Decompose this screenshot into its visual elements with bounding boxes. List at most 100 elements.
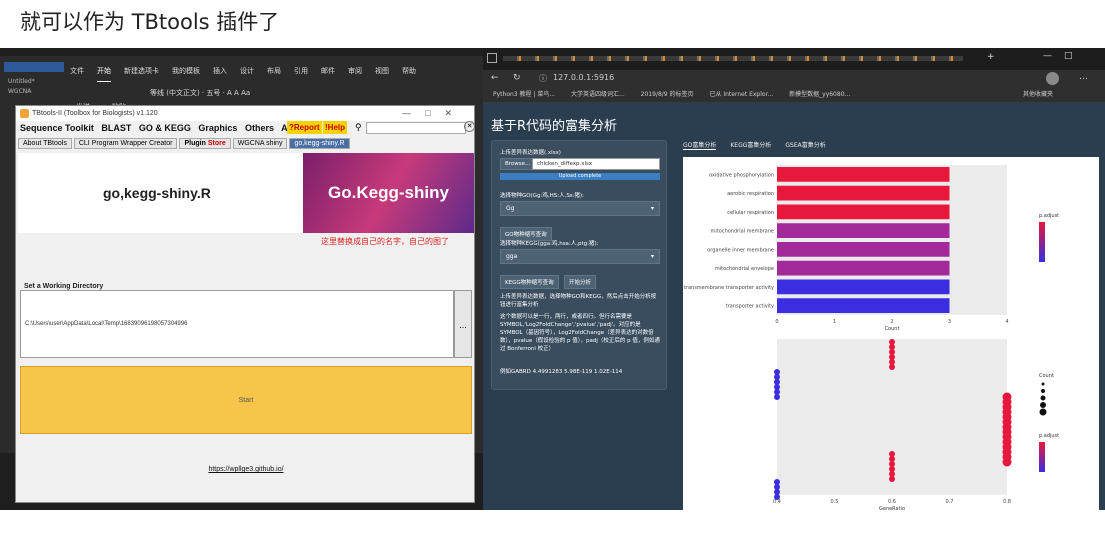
search-input[interactable] <box>366 122 466 134</box>
go-species-select[interactable]: Gg ▾ <box>500 201 660 216</box>
window-controls[interactable]: —□✕ <box>402 106 466 121</box>
tab-kegg[interactable]: KEGG富集分析 <box>730 140 771 150</box>
tab-cli-wrapper[interactable]: CLI Program Wrapper Creator <box>73 138 178 149</box>
dot-xtick-2: 0.6 <box>888 499 896 505</box>
kegg-species-value: gga <box>506 253 518 260</box>
bookmark-5[interactable]: 新模型数据_yy6080... <box>789 91 850 98</box>
tab-go-kegg-shiny[interactable]: go,kegg-shiny.R <box>289 138 350 149</box>
example-text: 例如GABRD 4.4991283 5.98E-119 1.02E-114 <box>500 369 623 375</box>
red-annotation: 这里替换成自己的名字，自己的图了 <box>321 237 449 246</box>
dot-2-13 <box>1002 457 1012 467</box>
menu-blast[interactable]: BLAST <box>101 123 131 133</box>
word-tab-6[interactable]: 布局 <box>267 66 281 82</box>
word-tab-5[interactable]: 设计 <box>240 66 254 82</box>
chevron-down-icon: ▾ <box>650 205 654 212</box>
word-tab-3[interactable]: 我的模板 <box>172 66 200 82</box>
dot-legend-gradient <box>1039 442 1045 472</box>
bar-1 <box>777 185 950 201</box>
word-tab-11[interactable]: 帮助 <box>402 66 416 82</box>
word-tab-2[interactable]: 新建选项卡 <box>124 66 159 82</box>
screenshot-area: 文件 开始 新建选项卡 我的模板 插入 设计 布局 引用 邮件 审阅 视图 帮助 等线 (中文正文) … <box>0 48 1105 510</box>
tbtools-title: TBtools-II (Toolbox for Biologists) v1.1… <box>32 110 158 117</box>
kegg-species-select[interactable]: gga ▾ <box>500 249 660 264</box>
bookmark-1[interactable]: Python3 教程 | 菜鸟... <box>493 91 555 98</box>
search-icon[interactable]: ⚲ <box>355 122 362 133</box>
plugin-logo: Go.Kegg-shiny <box>303 153 474 233</box>
word-quick-access[interactable] <box>4 62 64 72</box>
word-tab-9[interactable]: 审阅 <box>348 66 362 82</box>
tab-plugin-store[interactable]: Plugin Store <box>179 138 231 149</box>
description-2: 这个数据可以是一行，两行，或者四行。但行名需要是SYMBOL,'Log2Fold… <box>500 314 660 352</box>
new-tab-icon[interactable]: + <box>987 52 995 62</box>
word-font-row[interactable]: 等线 (中文正文) · 五号 · A A Aa <box>150 88 250 98</box>
dot-0-5 <box>889 364 895 370</box>
description-1: 上传差异表达数据，选择物种GO和KEGG，然后点击开始分析按钮进行富集分析 <box>500 294 657 308</box>
menu-go-kegg[interactable]: GO & KEGG <box>139 123 191 133</box>
word-tab-7[interactable]: 引用 <box>294 66 308 82</box>
tab-about-tbtools-label: About TBtools <box>23 140 67 147</box>
homepage-link[interactable]: https://wpllge3.github.io/ <box>16 466 476 473</box>
shiny-app: 基于R代码的富集分析 上传差异表达数据(.xlsx) Browse... chi… <box>483 102 1105 510</box>
menu-graphics[interactable]: Graphics <box>198 123 237 133</box>
tab-go[interactable]: GO富集分析 <box>683 140 717 150</box>
go-species-label: 选择物种GO(Gg:鸡,HS:人,Ss:猪): <box>500 193 585 199</box>
browse-dir-button[interactable]: ... <box>454 290 472 358</box>
tab-actions-icon[interactable] <box>487 53 497 63</box>
working-dir-field[interactable]: C:\Users\user\AppData\Local\Temp\1683909… <box>20 290 454 358</box>
address-bar[interactable]: 127.0.0.1:5916 <box>553 73 614 82</box>
report-button[interactable]: ?Report <box>287 121 322 134</box>
refresh-icon[interactable]: ↻ <box>513 73 521 83</box>
bookmark-other[interactable]: 其他收藏夹 <box>1023 88 1053 102</box>
browser-tab-strip[interactable] <box>503 56 963 61</box>
close-icon[interactable]: ✕ <box>464 121 475 132</box>
bookmark-2[interactable]: 大学英语四级词汇... <box>571 91 625 98</box>
dot-legend-size-3 <box>1040 402 1046 408</box>
bookmark-4[interactable]: 已从 Internet Explor... <box>709 91 773 98</box>
dot-1-5 <box>774 394 780 400</box>
kegg-species-label: 选择物种KEGG(gga:鸡,hsa:人,ptg:猪): <box>500 241 599 247</box>
more-menu-icon[interactable]: … <box>1079 72 1088 82</box>
profile-avatar[interactable] <box>1046 72 1059 85</box>
working-dir-label: Set a Working Directory <box>24 283 104 290</box>
bar-label-0: oxidative phosphorylation <box>709 172 774 178</box>
word-tab-0[interactable]: 文件 <box>70 66 84 82</box>
word-tab-8[interactable]: 邮件 <box>321 66 335 82</box>
word-tab-4[interactable]: 插入 <box>213 66 227 82</box>
upload-progress: Upload complete <box>500 173 660 180</box>
word-ribbon-tabs: 文件 开始 新建选项卡 我的模板 插入 设计 布局 引用 邮件 审阅 视图 帮助 <box>70 66 416 82</box>
headline: 就可以作为 TBtools 插件了 <box>20 10 280 34</box>
browse-button[interactable]: Browse... <box>500 158 536 170</box>
chevron-down-icon: ▾ <box>650 253 654 260</box>
plot-area: oxidative phosphorylation aerobic respira… <box>666 157 1099 510</box>
menu-sequence-toolkit[interactable]: Sequence Toolkit <box>20 123 94 133</box>
bar-legend-title: p.adjust <box>1039 213 1059 219</box>
tab-wgcna-shiny[interactable]: WGCNA shiny <box>232 138 288 149</box>
start-analysis-button[interactable]: 开始分析 <box>564 275 597 289</box>
browser-window-controls[interactable]: —□ <box>1043 51 1085 61</box>
dot-legend-size-4 <box>1039 408 1047 416</box>
word-left-item-2[interactable]: WGCNA <box>8 88 31 95</box>
bar-label-6: proton transmembrane transporter activit… <box>683 285 774 291</box>
help-button[interactable]: !Help <box>323 121 347 134</box>
bar-xlabel: Count <box>885 326 900 332</box>
tab-plugin-word: Plugin <box>184 140 206 147</box>
word-tab-1[interactable]: 开始 <box>97 66 111 82</box>
back-icon[interactable]: ← <box>491 73 499 83</box>
tab-go-kegg-label: go,kegg-shiny.R <box>294 140 345 147</box>
bookmark-3[interactable]: 2019/8/9 的标签页 <box>641 91 694 98</box>
page-title: 基于R代码的富集分析 <box>491 119 618 134</box>
file-name-field: chicken_diffexp.xlsx <box>532 158 660 170</box>
start-button[interactable]: Start <box>20 366 472 434</box>
tab-gsea[interactable]: GSEA富集分析 <box>785 140 825 150</box>
kegg-species-button[interactable]: KEGG物种缩写查询 <box>500 275 559 289</box>
word-tab-10[interactable]: 视图 <box>375 66 389 82</box>
menu-others[interactable]: Others <box>245 123 274 133</box>
info-icon: ⓘ <box>539 74 547 83</box>
dot-legend-padj: p.adjust <box>1039 433 1059 439</box>
bar-label-2: cellular respiration <box>727 210 774 216</box>
dot-legend-size-2 <box>1040 395 1046 401</box>
tbtools-titlebar: TBtools-II (Toolbox for Biologists) v1.1… <box>16 106 474 121</box>
word-left-item-1[interactable]: Untitled* <box>8 78 35 85</box>
tab-about-tbtools[interactable]: About TBtools <box>18 138 72 149</box>
bar-7 <box>777 298 950 313</box>
